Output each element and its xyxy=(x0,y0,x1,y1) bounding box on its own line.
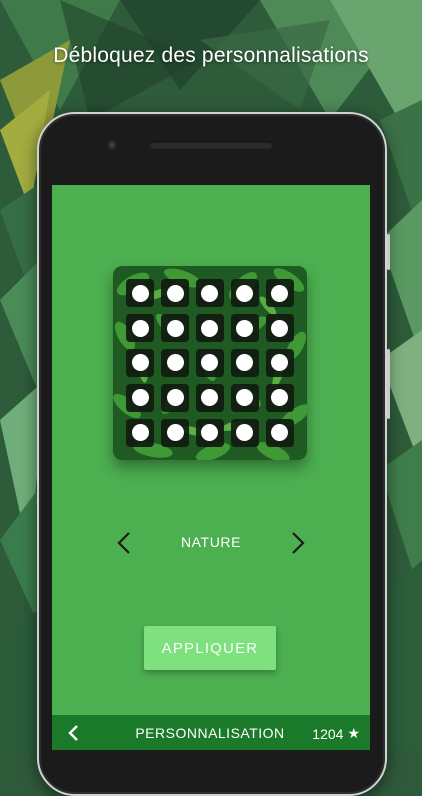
grid-dot xyxy=(166,424,184,442)
front-camera xyxy=(107,140,117,150)
grid-dot xyxy=(271,284,289,302)
grid-dot xyxy=(271,319,289,337)
theme-name: NATURE xyxy=(180,534,242,550)
grid-cell xyxy=(227,415,262,450)
grid-cell xyxy=(123,415,158,450)
grid-cell xyxy=(227,380,262,415)
grid-cell xyxy=(158,380,193,415)
grid-cell xyxy=(158,311,193,346)
grid-dot xyxy=(236,389,254,407)
grid-dot xyxy=(236,424,254,442)
grid-dot xyxy=(131,389,149,407)
app-screen: NATURE APPLIQUER PERSONNALISATION 1204 ★ xyxy=(52,185,370,750)
grid-cell xyxy=(262,346,297,381)
star-icon: ★ xyxy=(347,725,360,741)
grid-dot xyxy=(201,424,219,442)
grid-cell xyxy=(123,311,158,346)
grid-dot xyxy=(166,389,184,407)
grid-cell xyxy=(193,415,228,450)
bottom-bar: PERSONNALISATION 1204 ★ xyxy=(52,715,370,750)
grid-cell xyxy=(262,276,297,311)
star-count: 1204 xyxy=(312,725,344,742)
grid-cell xyxy=(262,380,297,415)
grid-cell xyxy=(227,346,262,381)
grid-dot xyxy=(201,389,219,407)
grid-dot xyxy=(131,354,149,372)
grid-cell xyxy=(262,415,297,450)
grid-dot xyxy=(271,389,289,407)
grid-cell xyxy=(123,276,158,311)
grid-cell xyxy=(227,276,262,311)
grid-cell xyxy=(193,346,228,381)
grid-dot xyxy=(131,319,149,337)
grid-cell xyxy=(193,276,228,311)
next-theme-button[interactable] xyxy=(282,528,312,558)
volume-button xyxy=(387,234,390,270)
grid-cell xyxy=(227,311,262,346)
grid-cell xyxy=(123,380,158,415)
grid-dot xyxy=(271,424,289,442)
grid-dot xyxy=(271,354,289,372)
theme-selector: NATURE xyxy=(52,528,370,558)
grid-dot xyxy=(131,424,149,442)
theme-preview xyxy=(113,266,307,460)
promo-headline: Débloquez des personnalisations xyxy=(53,44,369,67)
power-button xyxy=(387,349,390,419)
grid-cell xyxy=(158,276,193,311)
grid-cell xyxy=(158,346,193,381)
grid-dot xyxy=(236,284,254,302)
grid-cell xyxy=(193,380,228,415)
grid-dot xyxy=(236,354,254,372)
grid-cell xyxy=(123,346,158,381)
grid-dot xyxy=(131,284,149,302)
grid-cell xyxy=(262,311,297,346)
grid-dot xyxy=(166,284,184,302)
grid-dot xyxy=(201,284,219,302)
grid-dot xyxy=(201,319,219,337)
earpiece-speaker xyxy=(149,141,273,149)
grid-dot xyxy=(236,319,254,337)
grid-dot xyxy=(201,354,219,372)
grid-cell xyxy=(193,311,228,346)
dot-grid xyxy=(123,276,297,450)
grid-cell xyxy=(158,415,193,450)
apply-button[interactable]: APPLIQUER xyxy=(144,626,276,670)
grid-dot xyxy=(166,319,184,337)
chevron-right-icon xyxy=(292,532,305,554)
star-balance: 1204 ★ xyxy=(312,725,360,742)
grid-dot xyxy=(166,354,184,372)
